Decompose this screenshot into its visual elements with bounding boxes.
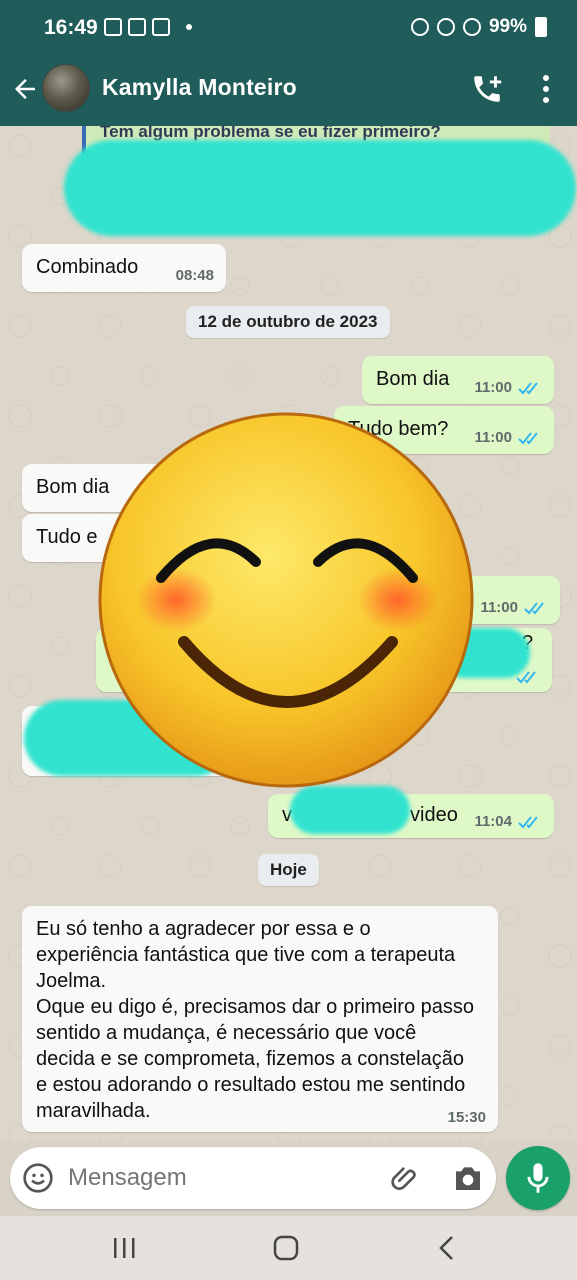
message-bubble-in[interactable]: Eu só tenho a agradecer por essa e o exp…	[22, 906, 498, 1132]
status-bar: 16:49 99%	[0, 0, 577, 56]
message-time: 11:00	[474, 429, 542, 446]
message-time: 15:30	[447, 1109, 486, 1126]
message-bubble-out[interactable]: Bom dia 11:00	[362, 356, 554, 404]
double-check-icon	[518, 431, 538, 444]
message-text: Bom dia	[376, 368, 450, 390]
date-chip: Hoje	[258, 854, 319, 886]
contact-name[interactable]: Kamylla Monteiro	[102, 74, 297, 101]
avatar[interactable]	[42, 64, 90, 112]
attach-icon[interactable]	[390, 1162, 422, 1194]
battery-percent: 99%	[488, 16, 527, 37]
message-time: 08:48	[175, 267, 214, 284]
more-notifications-icon	[186, 24, 192, 30]
gallery-icon	[104, 18, 122, 36]
message-time: 11:04	[474, 813, 542, 830]
battery-icon	[535, 17, 547, 37]
shopee-icon	[152, 18, 170, 36]
redaction-mark	[290, 786, 410, 834]
chat-header: Kamylla Monteiro	[0, 56, 577, 126]
mic-icon	[527, 1163, 549, 1193]
back-arrow-icon[interactable]	[10, 74, 40, 104]
date-chip: 12 de outubro de 2023	[186, 306, 390, 338]
message-text: Combinado	[36, 256, 139, 278]
mute-icon	[436, 18, 455, 36]
notification-icons	[104, 18, 192, 36]
more-vert-icon[interactable]	[536, 72, 556, 106]
youtube-icon	[128, 18, 146, 36]
message-bubble-in[interactable]: Combinado 08:48	[22, 244, 226, 292]
message-time: 11:00	[480, 599, 548, 616]
nav-recents-icon[interactable]	[108, 1232, 140, 1264]
status-time: 16:49	[44, 16, 98, 39]
system-nav-bar	[0, 1216, 577, 1280]
mic-button[interactable]	[506, 1146, 570, 1210]
double-check-icon	[518, 815, 538, 828]
smiling-emoji-sticker	[98, 412, 474, 788]
wifi-icon	[462, 18, 481, 36]
camera-icon[interactable]	[452, 1163, 484, 1193]
message-input[interactable]	[68, 1147, 378, 1209]
nav-back-icon[interactable]	[432, 1232, 464, 1264]
message-text-end: video	[410, 804, 458, 826]
message-text: Tudo e	[36, 526, 98, 548]
system-icons: 99%	[410, 16, 547, 38]
message-input-bar	[10, 1147, 496, 1209]
double-check-icon	[524, 601, 544, 614]
message-text: Eu só tenho a agradecer por essa e o exp…	[36, 918, 475, 1122]
message-time: 11:00	[474, 379, 542, 396]
nav-home-icon[interactable]	[270, 1232, 302, 1264]
add-call-icon[interactable]	[470, 72, 504, 106]
alarm-icon	[410, 18, 429, 36]
chat-area[interactable]: Tem algum problema se eu fizer primeiro?…	[0, 126, 577, 1142]
double-check-icon	[518, 381, 538, 394]
redaction-mark	[64, 140, 576, 236]
emoji-icon[interactable]	[22, 1162, 54, 1194]
